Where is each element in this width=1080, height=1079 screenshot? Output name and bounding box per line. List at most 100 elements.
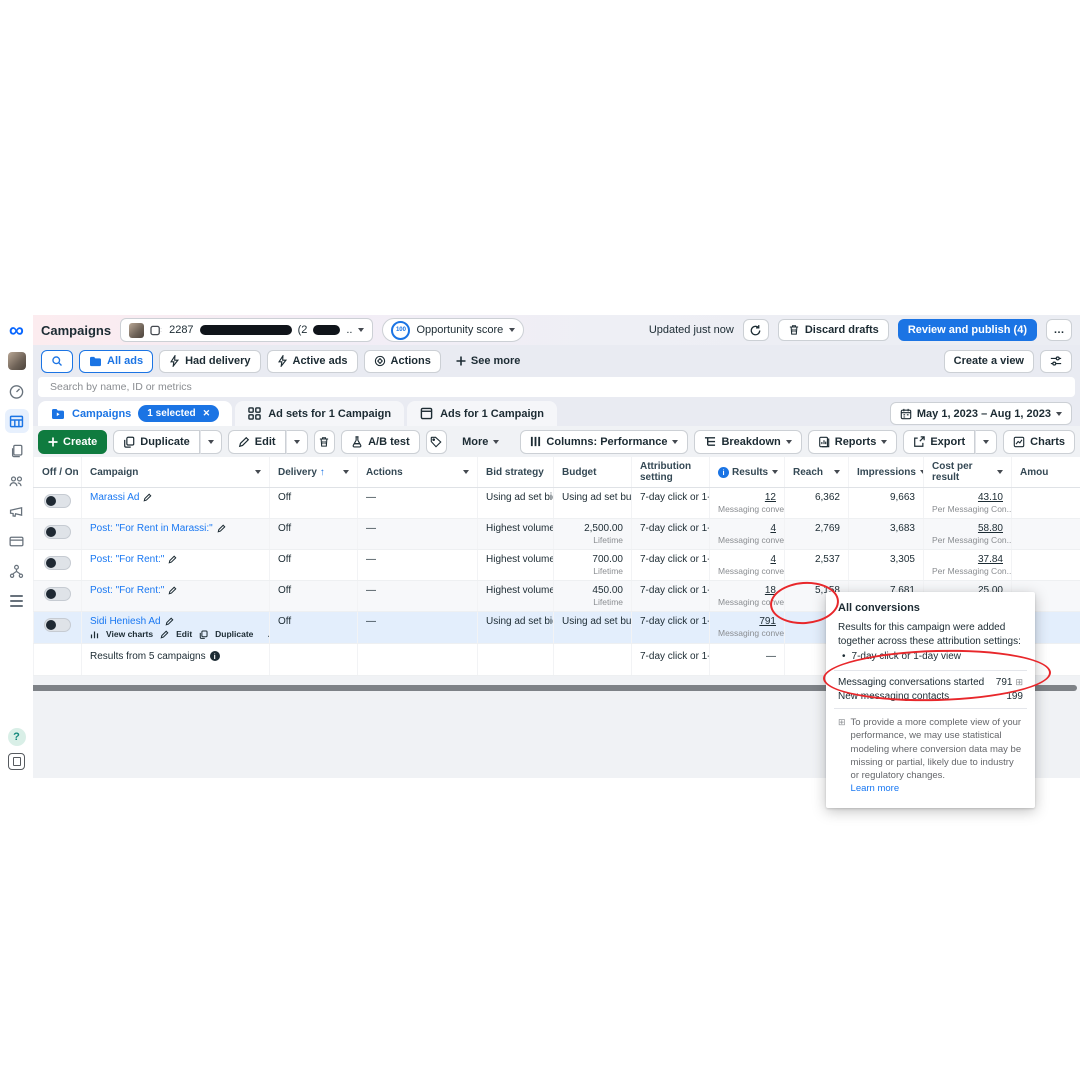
col-impressions[interactable]: Impressions	[849, 457, 924, 487]
charts-button[interactable]: Charts	[1003, 430, 1075, 454]
filter-all-ads[interactable]: All ads	[79, 350, 153, 373]
columns-button[interactable]: Columns: Performance	[520, 430, 688, 454]
tab-ad-sets[interactable]: Ad sets for 1 Campaign	[235, 401, 404, 426]
col-delivery[interactable]: Delivery ↑	[270, 457, 358, 487]
columns-icon	[530, 436, 541, 447]
edit-dropdown[interactable]	[286, 430, 308, 454]
search-input[interactable]	[38, 377, 1075, 397]
date-range-picker[interactable]: May 1, 2023 – Aug 1, 2023	[890, 402, 1072, 425]
tag-button[interactable]	[426, 430, 448, 454]
sidebar-item-events-manager[interactable]	[5, 559, 29, 583]
tab-campaigns[interactable]: Campaigns 1 selected✕	[38, 401, 232, 426]
campaign-name-link[interactable]: Post: "For Rent in Marassi:"	[90, 523, 213, 534]
create-button[interactable]: Create	[38, 430, 107, 454]
learn-more-link[interactable]: Learn more	[851, 783, 900, 794]
table-row[interactable]: Post: "For Rent in Marassi:" View charts…	[4, 519, 1080, 550]
delivery-cell: Off	[270, 581, 358, 611]
row-toggle[interactable]	[44, 587, 71, 601]
cost-per-result-cell: 43.10Per Messaging Con..	[924, 488, 1012, 518]
results-value-link[interactable]: 12	[718, 492, 776, 503]
view-charts-action[interactable]: View charts	[106, 629, 153, 639]
table-row[interactable]: Marassi Ad View charts Edit Duplicate … …	[4, 488, 1080, 519]
row-toggle[interactable]	[44, 618, 71, 632]
pencil-icon[interactable]	[217, 524, 226, 533]
review-publish-button[interactable]: Review and publish (4)	[898, 319, 1037, 341]
results-value-link[interactable]: 4	[718, 523, 776, 534]
meta-logo-icon[interactable]: ∞	[5, 319, 29, 343]
filter-actions[interactable]: Actions	[364, 350, 441, 373]
tab-ads[interactable]: Ads for 1 Campaign	[407, 401, 557, 426]
col-actions[interactable]: Actions	[358, 457, 478, 487]
col-reach[interactable]: Reach	[785, 457, 849, 487]
sidebar-item-billing[interactable]	[5, 529, 29, 553]
refresh-button[interactable]	[743, 319, 769, 341]
sidebar-item-ads-reporting[interactable]	[5, 439, 29, 463]
duplicate-action[interactable]: Duplicate	[215, 629, 253, 639]
filter-had-delivery[interactable]: Had delivery	[159, 350, 260, 373]
create-view-button[interactable]: Create a view	[944, 350, 1034, 373]
sidebar-item-advertise[interactable]	[5, 499, 29, 523]
flask-icon	[351, 436, 363, 448]
selected-count-badge[interactable]: 1 selected✕	[138, 405, 219, 422]
ab-test-button[interactable]: A/B test	[341, 430, 420, 454]
pencil-icon[interactable]	[143, 493, 152, 502]
campaign-name-link[interactable]: Post: "For Rent:"	[90, 585, 164, 596]
header-more-button[interactable]: …	[1046, 319, 1072, 341]
results-value-link[interactable]: 4	[718, 554, 776, 565]
sidebar-item-audiences[interactable]	[5, 469, 29, 493]
reports-button[interactable]: Reports	[808, 430, 898, 454]
edit-action[interactable]: Edit	[176, 629, 192, 639]
pencil-icon[interactable]	[168, 555, 177, 564]
pencil-icon[interactable]	[165, 617, 174, 626]
feedback-button[interactable]	[8, 753, 25, 770]
duplicate-dropdown[interactable]	[200, 430, 222, 454]
view-settings-button[interactable]	[1040, 350, 1072, 373]
row-toggle[interactable]	[44, 525, 71, 539]
duplicate-button[interactable]: Duplicate	[113, 430, 200, 454]
all-conversions-tooltip: All conversions Results for this campaig…	[826, 592, 1035, 808]
statistical-modeling-icon: ⊞	[838, 716, 846, 796]
search-filter-button[interactable]	[41, 350, 73, 373]
sidebar-item-all-tools[interactable]	[5, 589, 29, 613]
results-value-link[interactable]: 791	[718, 616, 776, 627]
col-attribution[interactable]: Attribution setting	[632, 457, 710, 487]
col-campaign[interactable]: Campaign	[82, 457, 270, 487]
edit-button[interactable]: Edit	[228, 430, 286, 454]
filter-active-ads[interactable]: Active ads	[267, 350, 358, 373]
ad-account-selector[interactable]: 2287 (2 ..	[120, 318, 373, 342]
page-title: Campaigns	[41, 323, 111, 338]
hamburger-menu-icon	[10, 595, 23, 606]
col-bid-strategy[interactable]: Bid strategy	[478, 457, 554, 487]
campaign-name-link[interactable]: Sidi Heniesh Ad	[90, 616, 161, 627]
table-row[interactable]: Post: "For Rent:" View charts Edit Dupli…	[4, 550, 1080, 581]
campaign-name-link[interactable]: Marassi Ad	[90, 492, 139, 503]
close-icon[interactable]: ✕	[203, 408, 211, 419]
pencil-icon[interactable]	[168, 586, 177, 595]
opportunity-score-button[interactable]: 100 Opportunity score	[382, 318, 524, 342]
campaign-name-link[interactable]: Post: "For Rent:"	[90, 554, 164, 565]
export-dropdown[interactable]	[975, 430, 997, 454]
reach-cell: 2,537	[785, 550, 849, 580]
duplicate-split-button: Duplicate	[113, 430, 222, 454]
results-value-link[interactable]: 18	[718, 585, 776, 596]
info-icon: i	[210, 651, 220, 661]
see-more-filters-button[interactable]: See more	[447, 350, 530, 373]
sidebar-item-overview[interactable]	[5, 379, 29, 403]
col-budget[interactable]: Budget	[554, 457, 632, 487]
row-toggle[interactable]	[44, 556, 71, 570]
sidebar-item-campaigns[interactable]	[5, 409, 29, 433]
delete-button[interactable]	[314, 430, 336, 454]
delivery-cell: Off	[270, 519, 358, 549]
row-toggle[interactable]	[44, 494, 71, 508]
export-button[interactable]: Export	[903, 430, 975, 454]
tooltip-metric-row: Messaging conversations started 791⊞	[838, 677, 1023, 688]
help-button[interactable]: ?	[8, 728, 26, 746]
more-button[interactable]: More	[453, 430, 508, 454]
discard-drafts-button[interactable]: Discard drafts	[778, 319, 889, 341]
col-results[interactable]: iResults	[710, 457, 785, 487]
col-amount[interactable]: Amou	[1012, 457, 1051, 487]
breakdown-button[interactable]: Breakdown	[694, 430, 801, 454]
col-cost-per-result[interactable]: Cost per result	[924, 457, 1012, 487]
actions-cell: —	[358, 612, 478, 643]
business-account-avatar[interactable]	[5, 349, 29, 373]
